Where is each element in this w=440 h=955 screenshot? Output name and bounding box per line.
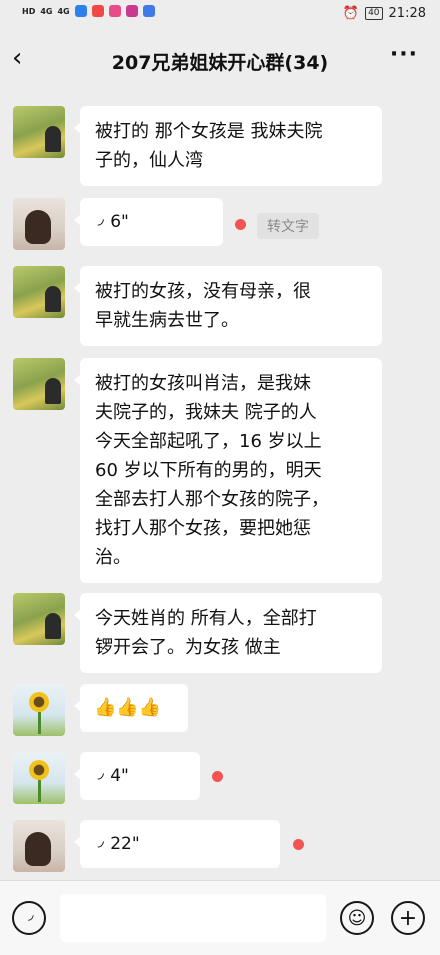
- network-4g-label: 4G: [40, 6, 53, 16]
- app-notification-icon: [108, 5, 121, 17]
- network-4g-label-2: 4G: [57, 6, 70, 16]
- unread-dot: [293, 839, 304, 850]
- status-left: HD 4G 4G: [22, 5, 155, 17]
- voice-wave-icon[interactable]: ◝: [12, 901, 46, 935]
- unread-dot: [212, 771, 223, 782]
- emoji-message[interactable]: 👍👍👍: [74, 684, 188, 732]
- battery-indicator: 40: [365, 7, 383, 20]
- message-bubble[interactable]: 被打的女孩，没有母亲，很 早就生病去世了。: [74, 266, 382, 346]
- avatar[interactable]: [13, 684, 65, 736]
- status-right: ⏰ 40 21:28: [343, 6, 426, 21]
- hd-label: HD: [22, 6, 36, 16]
- app-notification-icon: [125, 5, 138, 17]
- chat-title: 207兄弟姐妹开心群(34): [111, 52, 329, 74]
- message-input[interactable]: [60, 894, 326, 942]
- voice-message[interactable]: ◝ 6": [74, 198, 223, 246]
- voice-message[interactable]: ◝ 4": [74, 752, 200, 800]
- avatar[interactable]: [13, 593, 65, 645]
- alarm-icon: ⏰: [342, 6, 360, 21]
- message-bubble[interactable]: 今天姓肖的 所有人，全部打 锣开会了。为女孩 做主: [74, 593, 382, 673]
- app-notification-icon: [91, 5, 104, 17]
- app-notification-icon: [142, 5, 155, 17]
- smiley-icon[interactable]: ☺: [340, 901, 374, 935]
- voice-duration: 22": [110, 833, 140, 854]
- avatar[interactable]: [13, 358, 65, 410]
- avatar[interactable]: [13, 266, 65, 318]
- status-bar: HD 4G 4G ⏰ 40 21:28: [0, 0, 440, 28]
- app-notification-icon: [74, 5, 87, 17]
- avatar[interactable]: [13, 106, 65, 158]
- avatar[interactable]: [13, 820, 65, 872]
- voice-wave-icon: ◝: [89, 772, 109, 780]
- voice-message[interactable]: ◝ 22": [74, 820, 280, 868]
- message-bubble[interactable]: 被打的 那个女孩是 我妹夫院 子的，仙人湾: [74, 106, 382, 186]
- unread-dot: [235, 219, 246, 230]
- more-dots-icon[interactable]: ···: [390, 42, 418, 67]
- voice-wave-icon: ◝: [89, 218, 109, 226]
- status-time: 21:28: [388, 6, 426, 21]
- plus-circle-icon[interactable]: +: [391, 901, 425, 935]
- chat-header: ‹ 207兄弟姐妹开心群(34) ···: [0, 32, 440, 88]
- voice-wave-icon: ◝: [89, 840, 109, 848]
- avatar[interactable]: [13, 752, 65, 804]
- convert-to-text-button[interactable]: 转文字: [257, 213, 319, 239]
- avatar[interactable]: [13, 198, 65, 250]
- message-bubble[interactable]: 被打的女孩叫肖洁，是我妹 夫院子的，我妹夫 院子的人 今天全部起吼了，16 岁以…: [74, 358, 382, 583]
- input-bar: ◝ ☺ +: [0, 880, 440, 955]
